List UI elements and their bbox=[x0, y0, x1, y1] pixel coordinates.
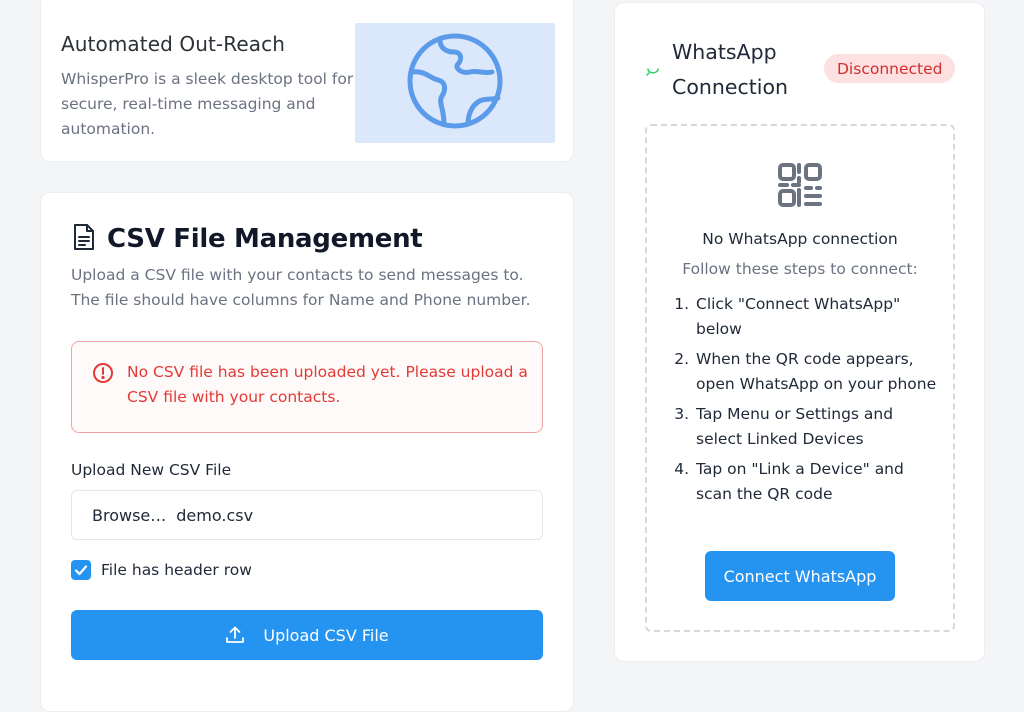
csv-header: CSV File Management bbox=[71, 223, 423, 255]
connection-instructions: No WhatsApp connection Follow these step… bbox=[645, 124, 955, 632]
promo-title: Automated Out-Reach bbox=[61, 32, 285, 56]
list-item: 4. Tap on "Link a Device" and scan the QR… bbox=[667, 457, 937, 507]
follow-steps-text: Follow these steps to connect: bbox=[682, 260, 918, 278]
step-text: Tap Menu or Settings and select Linked D… bbox=[696, 405, 894, 448]
no-connection-text: No WhatsApp connection bbox=[702, 230, 898, 248]
browse-button[interactable]: Browse… bbox=[92, 506, 166, 525]
list-item: 3. Tap Menu or Settings and select Linked… bbox=[667, 402, 937, 452]
step-text: Click "Connect WhatsApp" below bbox=[696, 295, 901, 338]
steps-list: 1. Click "Connect WhatsApp" below 2. When … bbox=[667, 292, 937, 512]
upload-label: Upload New CSV File bbox=[71, 461, 232, 479]
alert-text: No CSV file has been uploaded yet. Pleas… bbox=[127, 363, 528, 406]
document-icon bbox=[71, 223, 97, 255]
whatsapp-title: WhatsApp Connection bbox=[672, 40, 788, 99]
file-name: demo.csv bbox=[176, 505, 254, 525]
csv-management-card: CSV File Management Upload a CSV file wi… bbox=[40, 192, 574, 712]
csv-file-input[interactable]: Browse… demo.csv bbox=[71, 490, 543, 540]
upload-icon bbox=[225, 625, 245, 645]
list-item: 2. When the QR code appears, open WhatsAp… bbox=[667, 347, 937, 397]
upload-csv-button[interactable]: Upload CSV File bbox=[71, 610, 543, 660]
no-csv-alert: No CSV file has been uploaded yet. Pleas… bbox=[71, 341, 543, 433]
header-row-option[interactable]: File has header row bbox=[71, 560, 252, 580]
promo-image bbox=[355, 23, 555, 143]
step-number: 3. bbox=[674, 405, 689, 423]
alert-circle-icon bbox=[92, 362, 114, 388]
header-row-label: File has header row bbox=[101, 561, 252, 579]
csv-description: Upload a CSV file with your contacts to … bbox=[71, 266, 531, 309]
globe-icon bbox=[406, 32, 504, 134]
qr-code-icon bbox=[777, 162, 823, 212]
whatsapp-connection-card: WhatsApp Connection Disconnected No What… bbox=[614, 2, 985, 662]
whatsapp-icon bbox=[645, 63, 661, 82]
promo-description: WhisperPro is a sleek desktop tool for s… bbox=[61, 70, 354, 138]
step-number: 2. bbox=[674, 350, 689, 368]
step-number: 1. bbox=[674, 295, 689, 313]
step-number: 4. bbox=[674, 460, 689, 478]
header-row-checkbox[interactable] bbox=[71, 560, 91, 580]
step-text: When the QR code appears, open WhatsApp … bbox=[696, 350, 937, 393]
promo-card: Automated Out-Reach WhisperPro is a slee… bbox=[40, 0, 574, 162]
upload-csv-label: Upload CSV File bbox=[263, 625, 389, 645]
connect-whatsapp-button[interactable]: Connect WhatsApp bbox=[705, 551, 895, 601]
list-item: 1. Click "Connect WhatsApp" below bbox=[667, 292, 937, 342]
csv-title: CSV File Management bbox=[107, 224, 423, 254]
status-badge: Disconnected bbox=[824, 54, 956, 83]
step-text: Tap on "Link a Device" and scan the QR c… bbox=[696, 460, 904, 503]
